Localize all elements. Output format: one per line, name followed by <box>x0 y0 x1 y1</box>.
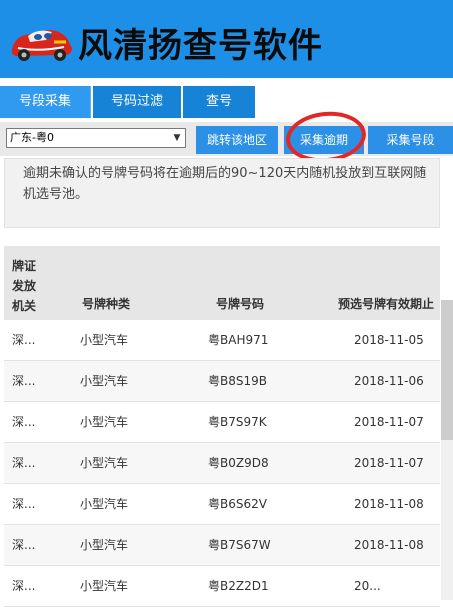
header-authority: 牌证发放机关 <box>12 259 37 313</box>
cell-plate: 粤B6S62V <box>208 497 267 511</box>
cell-plate: 粤B8S19B <box>208 374 267 388</box>
table-row[interactable]: 深... 小型汽车 粤B2Z2D1 20... <box>4 566 440 607</box>
notice-text: 逾期未确认的号牌号码将在逾期后的90~120天内随机投放到互联网随机选号池。 <box>23 166 427 202</box>
right-margin <box>441 156 453 300</box>
header-expiry: 预选号牌有效期止 <box>338 297 435 311</box>
table-row[interactable]: 深... 小型汽车 粤BAH971 2018-11-05 <box>4 320 440 361</box>
cell-plate: 粤B7S67W <box>208 538 271 552</box>
cell-expiry: 2018-11-07 <box>354 456 424 470</box>
collect-segment-button[interactable]: 采集号段 <box>368 126 453 154</box>
cell-type: 小型汽车 <box>80 579 129 593</box>
cell-plate: 粤B7S97K <box>208 415 267 429</box>
main-tabs: 号段采集 号码过滤 查号 <box>0 86 255 118</box>
cell-plate: 粤B2Z2D1 <box>208 579 269 593</box>
tab-lookup[interactable]: 查号 <box>183 86 255 118</box>
header-plate-type: 号牌种类 <box>82 297 131 311</box>
cell-type: 小型汽车 <box>80 456 129 470</box>
cell-plate: 粤BAH971 <box>208 333 269 347</box>
table-row[interactable]: 深... 小型汽车 粤B7S67W 2018-11-08 <box>4 525 440 566</box>
jump-region-button[interactable]: 跳转该地区 <box>196 126 278 154</box>
header-plate-number: 号牌号码 <box>216 297 265 311</box>
table-row[interactable]: 深... 小型汽车 粤B7S97K 2018-11-07 <box>4 402 440 443</box>
cell-expiry: 2018-11-08 <box>354 538 424 552</box>
table-body: 深... 小型汽车 粤BAH971 2018-11-05 深... 小型汽车 粤… <box>4 320 440 607</box>
cell-authority: 深... <box>12 415 36 429</box>
chevron-down-icon[interactable]: ▼ <box>171 131 183 145</box>
cell-authority: 深... <box>12 579 36 593</box>
cell-expiry: 2018-11-07 <box>354 415 424 429</box>
app-header: 风清扬查号软件 <box>0 0 453 78</box>
cell-authority: 深... <box>12 538 36 552</box>
region-select[interactable]: 广东-粤0 ▼ <box>6 128 186 148</box>
cell-expiry: 2018-11-06 <box>354 374 424 388</box>
cell-type: 小型汽车 <box>80 333 129 347</box>
table-header: 牌证发放机关 号牌种类 号牌号码 预选号牌有效期止 <box>4 246 440 320</box>
cell-type: 小型汽车 <box>80 374 129 388</box>
cell-plate: 粤B0Z9D8 <box>208 456 269 470</box>
cell-expiry: 20... <box>354 579 381 593</box>
toolbar: 广东-粤0 ▼ 跳转该地区 采集逾期 采集号段 <box>0 122 453 156</box>
cell-type: 小型汽车 <box>80 538 129 552</box>
race-car-logo-icon <box>11 30 72 61</box>
table-row[interactable]: 深... 小型汽车 粤B0Z9D8 2018-11-07 <box>4 443 440 484</box>
tab-segment-collect[interactable]: 号段采集 <box>0 86 91 118</box>
cell-authority: 深... <box>12 456 36 470</box>
app-title: 风清扬查号软件 <box>78 26 323 66</box>
cell-type: 小型汽车 <box>80 497 129 511</box>
cell-expiry: 2018-11-08 <box>354 497 424 511</box>
notice-box: 逾期未确认的号牌号码将在逾期后的90~120天内随机投放到互联网随机选号池。 <box>4 158 440 228</box>
table-row[interactable]: 深... 小型汽车 粤B8S19B 2018-11-06 <box>4 361 440 402</box>
cell-authority: 深... <box>12 374 36 388</box>
region-select-value: 广东-粤0 <box>10 131 54 144</box>
cell-authority: 深... <box>12 333 36 347</box>
tab-number-filter[interactable]: 号码过滤 <box>93 86 181 118</box>
cell-type: 小型汽车 <box>80 415 129 429</box>
scrollbar-thumb[interactable] <box>441 300 453 440</box>
cell-authority: 深... <box>12 497 36 511</box>
cell-expiry: 2018-11-05 <box>354 333 424 347</box>
table-row[interactable]: 深... 小型汽车 粤B6S62V 2018-11-08 <box>4 484 440 525</box>
